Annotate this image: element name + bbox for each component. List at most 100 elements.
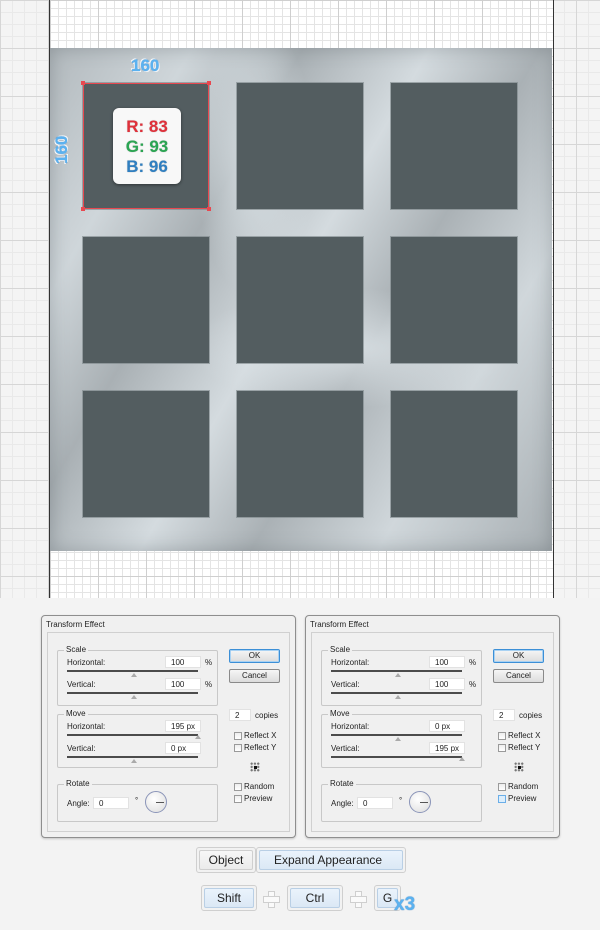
scale-horizontal-unit: % [205, 658, 213, 667]
reflect-x-checkbox[interactable]: Reflect X [498, 731, 540, 741]
cancel-button[interactable]: Cancel [229, 669, 280, 683]
move-horizontal-thumb[interactable] [395, 737, 401, 741]
move-vertical-slider[interactable] [331, 756, 462, 758]
key-shift-label: Shift [204, 888, 254, 908]
checkbox-icon[interactable] [234, 782, 242, 791]
move-horizontal-thumb[interactable] [195, 735, 201, 739]
scale-vertical-unit: % [205, 680, 213, 689]
reflect-x-label: Reflect X [244, 731, 277, 740]
reflect-y-checkbox[interactable]: Reflect Y [498, 743, 540, 753]
move-horizontal-input[interactable]: 0 px [429, 720, 465, 732]
move-horizontal-input[interactable]: 195 px [165, 720, 201, 732]
random-checkbox[interactable]: Random [498, 782, 538, 792]
copies-input[interactable]: 2 [229, 709, 251, 721]
scale-vertical-slider[interactable] [331, 692, 462, 694]
scale-horizontal-input[interactable]: 100 [429, 656, 465, 668]
reference-point-icon[interactable] [514, 762, 524, 772]
reflect-x-checkbox[interactable]: Reflect X [234, 731, 276, 741]
checkbox-icon[interactable] [234, 743, 242, 752]
move-vertical-label: Vertical: [67, 744, 96, 753]
angle-input[interactable]: 0 [93, 797, 129, 809]
scale-legend: Scale [328, 645, 353, 654]
random-checkbox[interactable]: Random [234, 782, 274, 792]
scale-horizontal-input[interactable]: 100 [165, 656, 201, 668]
menu-object-label[interactable]: Object [199, 850, 253, 870]
ok-button[interactable]: OK [493, 649, 544, 663]
move-horizontal-slider[interactable] [331, 734, 462, 736]
move-vertical-thumb[interactable] [131, 759, 137, 763]
scale-vertical-label: Vertical: [331, 680, 360, 689]
key-ctrl: Ctrl [287, 885, 343, 911]
grid-square[interactable] [83, 237, 209, 363]
checkbox-icon[interactable] [498, 731, 506, 740]
grid-square[interactable] [391, 237, 517, 363]
scale-horizontal-slider[interactable] [67, 670, 198, 672]
grid-square[interactable] [83, 391, 209, 517]
selection-handle[interactable] [81, 81, 85, 85]
dialog-body: Scale Horizontal: 100 % Vertical: 100 % … [311, 632, 554, 832]
reference-point-icon[interactable] [250, 762, 260, 772]
move-vertical-input[interactable]: 0 px [165, 742, 201, 754]
move-group: Move Horizontal: 195 px Vertical: 0 px [57, 709, 218, 768]
width-dimension-label: 160 [131, 56, 160, 75]
move-horizontal-label: Horizontal: [67, 722, 106, 731]
angle-unit: ° [135, 796, 139, 805]
rotate-legend: Rotate [328, 779, 356, 788]
angle-dial[interactable] [409, 791, 431, 813]
reflect-y-label: Reflect Y [508, 743, 541, 752]
transform-effect-dialog-horizontal: Transform Effect Scale Horizontal: 100 %… [41, 615, 296, 838]
cancel-button[interactable]: Cancel [493, 669, 544, 683]
move-horizontal-slider[interactable] [67, 734, 198, 736]
scale-vertical-thumb[interactable] [395, 695, 401, 699]
checkbox-icon[interactable] [234, 794, 242, 803]
angle-label: Angle: [331, 799, 354, 808]
scale-vertical-thumb[interactable] [131, 695, 137, 699]
scale-group: Scale Horizontal: 100 % Vertical: 100 % [57, 645, 218, 706]
selection-handle[interactable] [207, 81, 211, 85]
scale-horizontal-label: Horizontal: [67, 658, 106, 667]
copies-label: copies [519, 711, 543, 720]
scale-horizontal-thumb[interactable] [131, 673, 137, 677]
move-vertical-slider[interactable] [67, 756, 198, 758]
scale-vertical-input[interactable]: 100 [429, 678, 465, 690]
random-label: Random [244, 782, 275, 791]
move-vertical-thumb[interactable] [459, 757, 465, 761]
rotate-group: Rotate Angle: 0 ° [321, 779, 482, 822]
reflect-y-checkbox[interactable]: Reflect Y [234, 743, 276, 753]
menu-expand-appearance-label[interactable]: Expand Appearance [259, 850, 403, 870]
grid-square[interactable] [237, 83, 363, 209]
reflect-x-label: Reflect X [508, 731, 541, 740]
scale-horizontal-thumb[interactable] [395, 673, 401, 677]
menu-object[interactable]: Object [196, 847, 256, 873]
scale-legend: Scale [64, 645, 89, 654]
scale-vertical-unit: % [469, 680, 477, 689]
selection-handle[interactable] [81, 207, 85, 211]
scale-vertical-input[interactable]: 100 [165, 678, 201, 690]
key-ctrl-label: Ctrl [290, 888, 340, 908]
checkbox-icon[interactable] [234, 731, 242, 740]
checkbox-icon[interactable] [498, 782, 506, 791]
move-legend: Move [328, 709, 352, 718]
grid-square[interactable] [237, 391, 363, 517]
repeat-count: x3 [394, 894, 416, 915]
menu-expand-appearance[interactable]: Expand Appearance [256, 847, 406, 873]
move-vertical-input[interactable]: 195 px [429, 742, 465, 754]
grid-square[interactable] [391, 391, 517, 517]
checkbox-icon[interactable] [498, 743, 506, 752]
scale-vertical-slider[interactable] [67, 692, 198, 694]
dialog-title: Transform Effect [310, 620, 369, 629]
checkbox-icon[interactable] [498, 794, 506, 803]
scale-horizontal-slider[interactable] [331, 670, 462, 672]
grid-square[interactable] [391, 83, 517, 209]
angle-unit: ° [399, 796, 403, 805]
ok-button[interactable]: OK [229, 649, 280, 663]
grid-square[interactable] [237, 237, 363, 363]
preview-checkbox[interactable]: Preview [234, 794, 272, 804]
preview-checkbox[interactable]: Preview [498, 794, 536, 804]
selection-handle[interactable] [207, 207, 211, 211]
angle-input[interactable]: 0 [357, 797, 393, 809]
rotate-legend: Rotate [64, 779, 92, 788]
angle-dial[interactable] [145, 791, 167, 813]
move-horizontal-label: Horizontal: [331, 722, 370, 731]
copies-input[interactable]: 2 [493, 709, 515, 721]
